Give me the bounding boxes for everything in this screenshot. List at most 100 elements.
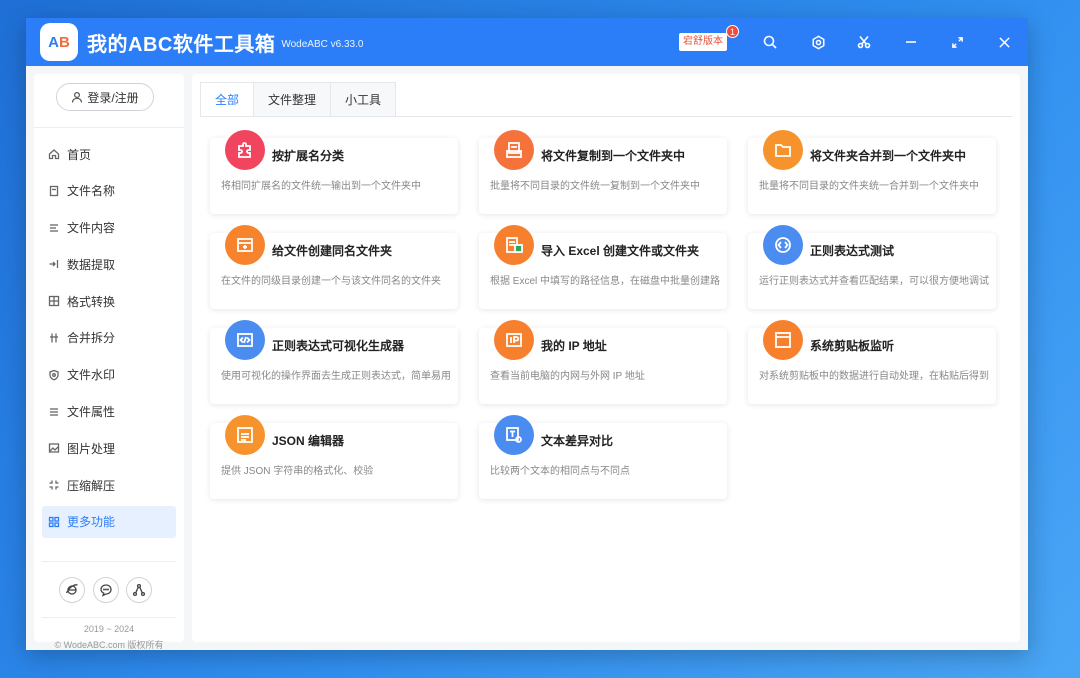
format-convert-icon [48,296,60,307]
card-title: 正则表达式测试 [810,244,895,258]
excel-icon [494,225,534,265]
sidebar-item-more[interactable]: 更多功能 [42,505,176,538]
sidebar-item-file-attr[interactable]: 文件属性 [42,396,176,428]
image-icon [48,443,60,454]
tool-card[interactable]: 导入 Excel 创建文件或文件夹 根据 Excel 中填写的路径信息，在磁盘中… [479,225,727,309]
ie-icon[interactable] [59,577,85,603]
divider [42,561,176,562]
sidebar-item-label: 文件水印 [67,368,116,383]
copy-file-icon [494,130,534,170]
sidebar-item-home[interactable]: 首页 [42,138,176,170]
sidebar-nav: 首页 文件名称 文件内容 数据提取 格式转换 合并拆分 文件水印 文件属性 图片… [34,138,184,543]
code-icon [225,320,265,360]
file-name-icon [49,185,59,196]
sidebar-item-compress[interactable]: 压缩解压 [42,469,176,501]
tool-card[interactable]: 文本差异对比 比较两个文本的相同点与不同点 [479,415,727,499]
sidebar-item-label: 压缩解压 [67,478,116,493]
card-title: 系统剪贴板监听 [810,339,895,353]
sidebar-item-data-extract[interactable]: 数据提取 [42,248,176,280]
search-icon[interactable] [760,32,780,52]
file-attr-icon [50,407,58,416]
tool-card[interactable]: 按扩展名分类 将相同扩展名的文件统一输出到一个文件夹中 [210,130,458,214]
tab-small-tools[interactable]: 小工具 [330,82,397,116]
card-desc: 查看当前电脑的内网与外网 IP 地址 [490,371,645,382]
sidebar-item-label: 数据提取 [67,257,116,272]
share-network-icon[interactable] [126,577,152,603]
card-desc: 对系统剪贴板中的数据进行自动处理，在粘贴后得到结果 [759,371,989,382]
chat-icon[interactable] [93,577,119,603]
watermark-icon [49,369,59,381]
home-icon [48,149,60,160]
tool-card[interactable]: 正则表达式可视化生成器 使用可视化的操作界面去生成正则表达式，简单易用 [210,320,458,404]
sidebar-item-label: 文件属性 [67,405,116,420]
card-desc: 批量将不同目录的文件统一复制到一个文件夹中 [490,181,700,192]
tab-all[interactable]: 全部 [200,82,255,116]
merge-split-icon [50,333,58,343]
sidebar-item-image[interactable]: 图片处理 [42,432,176,464]
title-bar: AB 我的ABC软件工具箱 WodeABC v6.33.0 宕舒版本 1 [26,18,1028,66]
card-title: 将文件夹合并到一个文件夹中 [810,149,967,163]
app-version: WodeABC v6.33.0 [281,38,364,50]
sidebar-item-label: 文件名称 [67,184,116,199]
create-folder-icon [225,225,265,265]
puzzle-icon [225,130,265,170]
login-button[interactable]: 登录/注册 [56,83,154,111]
sidebar-item-label: 图片处理 [67,441,116,456]
card-desc: 根据 Excel 中填写的路径信息，在磁盘中批量创建路径 [490,276,720,287]
tool-card[interactable]: 我的 IP 地址 查看当前电脑的内网与外网 IP 地址 [479,320,727,404]
card-desc: 批量将不同目录的文件夹统一合并到一个文件夹中 [759,181,979,192]
close-icon[interactable] [994,32,1014,52]
copyright-owner: © WodeABC.com 版权所有 [54,640,164,650]
card-title: 按扩展名分类 [272,149,345,163]
upgrade-button[interactable]: 宕舒版本 [679,33,727,51]
data-extract-icon [49,260,59,269]
divider [34,127,184,128]
card-desc: 使用可视化的操作界面去生成正则表达式，简单易用 [221,371,451,382]
card-desc: 提供 JSON 字符串的格式化、校验 [221,466,374,477]
settings-icon[interactable] [808,32,828,52]
sidebar-item-label: 更多功能 [67,515,116,530]
scissors-icon[interactable] [854,32,874,52]
sidebar-item-format-convert[interactable]: 格式转换 [42,285,176,317]
tool-card[interactable]: 正则表达式测试 运行正则表达式并查看匹配结果，可以很方便地调试 [748,225,996,309]
compress-icon [49,480,59,490]
card-title: 导入 Excel 创建文件或文件夹 [541,244,700,258]
sidebar-item-label: 文件内容 [67,221,116,236]
app-logo: AB [40,23,78,61]
regex-test-icon [763,225,803,265]
tool-card[interactable]: 系统剪贴板监听 对系统剪贴板中的数据进行自动处理，在粘贴后得到结果 [748,320,996,404]
tool-card[interactable]: JSON 编辑器 提供 JSON 字符串的格式化、校验 [210,415,458,499]
app-window: AB 我的ABC软件工具箱 WodeABC v6.33.0 宕舒版本 1 登录/… [26,18,1028,650]
sidebar-item-watermark[interactable]: 文件水印 [42,359,176,391]
sidebar-item-merge-split[interactable]: 合并拆分 [42,322,176,354]
sidebar-item-label: 合并拆分 [67,331,116,346]
sidebar-item-file-name[interactable]: 文件名称 [42,175,176,207]
card-title: 我的 IP 地址 [541,339,607,353]
json-icon [225,415,265,455]
text-diff-icon [494,415,534,455]
tool-card[interactable]: 给文件创建同名文件夹 在文件的同级目录创建一个与该文件同名的文件夹 [210,225,458,309]
folder-icon [763,130,803,170]
card-title: 正则表达式可视化生成器 [272,339,405,353]
file-content-icon [50,223,58,232]
tab-file-organize[interactable]: 文件整理 [253,82,332,116]
more-icon [48,516,60,528]
card-title: 文本差异对比 [541,434,614,448]
card-desc: 在文件的同级目录创建一个与该文件同名的文件夹 [221,276,441,287]
tool-card[interactable]: 将文件复制到一个文件夹中 批量将不同目录的文件统一复制到一个文件夹中 [479,130,727,214]
minimize-icon[interactable] [901,32,921,52]
clipboard-icon [763,320,803,360]
tool-card[interactable]: 将文件夹合并到一个文件夹中 批量将不同目录的文件夹统一合并到一个文件夹中 [748,130,996,214]
tab-bar: 全部 文件整理 小工具 [200,82,397,116]
sidebar: 登录/注册 首页 文件名称 文件内容 数据提取 格式转换 合并拆分 文件水印 文… [34,74,184,650]
maximize-icon[interactable] [947,32,967,52]
divider [42,617,176,618]
user-icon [72,91,83,103]
card-desc: 将相同扩展名的文件统一输出到一个文件夹中 [221,181,421,192]
card-title: 将文件复制到一个文件夹中 [541,149,686,163]
sidebar-item-file-content[interactable]: 文件内容 [42,212,176,244]
sidebar-item-label: 格式转换 [67,294,116,309]
sidebar-item-label: 首页 [67,147,92,162]
app-title: 我的ABC软件工具箱 [87,33,276,56]
card-title: 给文件创建同名文件夹 [272,244,393,258]
